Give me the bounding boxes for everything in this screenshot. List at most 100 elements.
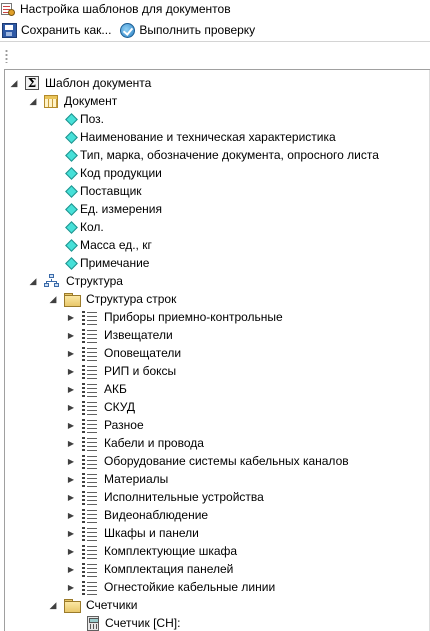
tree-node-structure[interactable]: ◢ Структура	[28, 272, 123, 290]
tree-node-row-group[interactable]: ▶ Комплектующие шкафа	[66, 542, 237, 560]
run-check-button[interactable]: Выполнить проверку	[118, 20, 258, 41]
tree-node-counter[interactable]: Счетчик [СН]:	[85, 614, 180, 631]
save-as-button[interactable]: Сохранить как...	[0, 20, 114, 41]
diamond-icon	[65, 256, 78, 270]
list-icon	[82, 580, 98, 595]
list-icon	[82, 436, 98, 451]
check-icon	[120, 22, 136, 38]
tree-node-row-group[interactable]: ▶ Кабели и провода	[66, 434, 204, 452]
tree-node-field[interactable]: Ед. измерения	[63, 200, 162, 218]
field-label: Кол.	[80, 220, 104, 234]
list-icon	[82, 508, 98, 523]
table-icon	[44, 94, 58, 108]
expand-arrow-icon[interactable]: ▶	[66, 380, 76, 398]
list-icon	[82, 526, 98, 541]
list-icon	[82, 490, 98, 505]
field-label: Поз.	[80, 112, 104, 126]
expand-arrow-icon[interactable]: ▶	[66, 416, 76, 434]
template-settings-icon	[1, 2, 15, 16]
diamond-icon	[65, 220, 78, 234]
tree-node-field[interactable]: Наименование и техническая характеристик…	[63, 128, 336, 146]
list-icon	[82, 400, 98, 415]
list-icon	[82, 472, 98, 487]
expand-arrow-icon[interactable]: ▶	[66, 506, 76, 524]
template-tree[interactable]: ◢ Σ Шаблон документа ◢ Документ Поз. Наи…	[4, 69, 430, 631]
tree-node-row-group[interactable]: ▶ Комплектация панелей	[66, 560, 233, 578]
tree-node-label: Структура строк	[86, 292, 177, 306]
expand-arrow-icon[interactable]: ▶	[66, 560, 76, 578]
expand-arrow-icon[interactable]: ▶	[66, 362, 76, 380]
tree-node-field[interactable]: Примечание	[63, 254, 149, 272]
tree-node-row-group[interactable]: ▶ Огнестойкие кабельные линии	[66, 578, 275, 596]
list-icon	[82, 562, 98, 577]
tree-node-row-group[interactable]: ▶ Материалы	[66, 470, 168, 488]
list-icon	[82, 346, 98, 361]
title-bar: Настройка шаблонов для документов	[0, 0, 430, 18]
folder-open-icon	[64, 293, 81, 307]
list-icon	[82, 418, 98, 433]
tree-node-label: Структура	[66, 274, 123, 288]
tree-node-row-group[interactable]: ▶ Шкафы и панели	[66, 524, 199, 542]
expand-arrow-icon[interactable]: ▶	[66, 344, 76, 362]
tree-node-row-group[interactable]: ▶ Извещатели	[66, 326, 173, 344]
tree-node-row-group[interactable]: ▶ Разное	[66, 416, 144, 434]
tree-node-field[interactable]: Код продукции	[63, 164, 162, 182]
diamond-icon	[65, 130, 78, 144]
tree-node-row-group[interactable]: ▶ АКБ	[66, 380, 127, 398]
collapse-arrow-icon[interactable]: ◢	[48, 596, 58, 614]
tree-node-root[interactable]: ◢ Σ Шаблон документа	[9, 74, 151, 92]
tree-node-row-group[interactable]: ▶ Исполнительные устройства	[66, 488, 264, 506]
expand-arrow-icon[interactable]: ▶	[66, 470, 76, 488]
sigma-icon: Σ	[25, 76, 39, 90]
list-icon	[82, 364, 98, 379]
folder-open-icon	[64, 599, 81, 613]
tree-node-row-group[interactable]: ▶ РИП и боксы	[66, 362, 176, 380]
collapse-arrow-icon[interactable]: ◢	[28, 272, 38, 290]
expand-arrow-icon[interactable]: ▶	[66, 434, 76, 452]
row-group-label: Комплектующие шкафа	[104, 544, 238, 558]
expand-arrow-icon[interactable]: ▶	[66, 578, 76, 596]
tree-node-field[interactable]: Масса ед., кг	[63, 236, 152, 254]
row-group-label: Извещатели	[104, 328, 173, 342]
expand-arrow-icon[interactable]: ▶	[66, 452, 76, 470]
collapse-arrow-icon[interactable]: ◢	[28, 92, 38, 110]
tree-node-row-group[interactable]: ▶ Оповещатели	[66, 344, 181, 362]
expand-arrow-icon[interactable]: ▶	[66, 524, 76, 542]
tree-node-field[interactable]: Кол.	[63, 218, 104, 236]
expand-arrow-icon[interactable]: ▶	[66, 398, 76, 416]
expand-arrow-icon[interactable]: ▶	[66, 488, 76, 506]
run-check-label: Выполнить проверку	[139, 23, 256, 37]
tree-node-row-group[interactable]: ▶ СКУД	[66, 398, 135, 416]
list-icon	[82, 328, 98, 343]
expand-arrow-icon[interactable]: ▶	[66, 542, 76, 560]
tree-node-label: Документ	[64, 94, 118, 108]
tree-node-row-group[interactable]: ▶ Оборудование системы кабельных каналов	[66, 452, 349, 470]
tree-node-row-group[interactable]: ▶ Приборы приемно-контрольные	[66, 308, 283, 326]
expand-arrow-icon[interactable]: ▶	[66, 308, 76, 326]
tree-node-counters[interactable]: ◢ Счетчики	[48, 596, 137, 614]
tree-node-field[interactable]: Поз.	[63, 110, 104, 128]
row-group-label: Материалы	[104, 472, 169, 486]
diamond-icon	[65, 238, 78, 252]
tree-node-row-structure[interactable]: ◢ Структура строк	[48, 290, 176, 308]
field-label: Масса ед., кг	[80, 238, 152, 252]
tree-node-field[interactable]: Тип, марка, обозначение документа, опрос…	[63, 146, 379, 164]
tree-node-label: Счетчики	[86, 598, 138, 612]
row-group-label: Видеонаблюдение	[104, 508, 209, 522]
field-label: Код продукции	[80, 166, 162, 180]
row-group-label: Шкафы и панели	[104, 526, 199, 540]
row-group-label: Приборы приемно-контрольные	[104, 310, 283, 324]
collapse-arrow-icon[interactable]: ◢	[48, 290, 58, 308]
calculator-icon	[87, 615, 99, 631]
field-label: Примечание	[80, 256, 150, 270]
tree-node-field[interactable]: Поставщик	[63, 182, 142, 200]
tree-node-document[interactable]: ◢ Документ	[28, 92, 118, 110]
tree-node-row-group[interactable]: ▶ Видеонаблюдение	[66, 506, 208, 524]
toolbar-grip-handle[interactable]	[5, 49, 8, 63]
collapse-arrow-icon[interactable]: ◢	[9, 74, 19, 92]
save-icon	[2, 22, 17, 38]
field-label: Поставщик	[80, 184, 142, 198]
expand-arrow-icon[interactable]: ▶	[66, 326, 76, 344]
row-group-label: АКБ	[104, 382, 127, 396]
list-icon	[82, 382, 98, 397]
